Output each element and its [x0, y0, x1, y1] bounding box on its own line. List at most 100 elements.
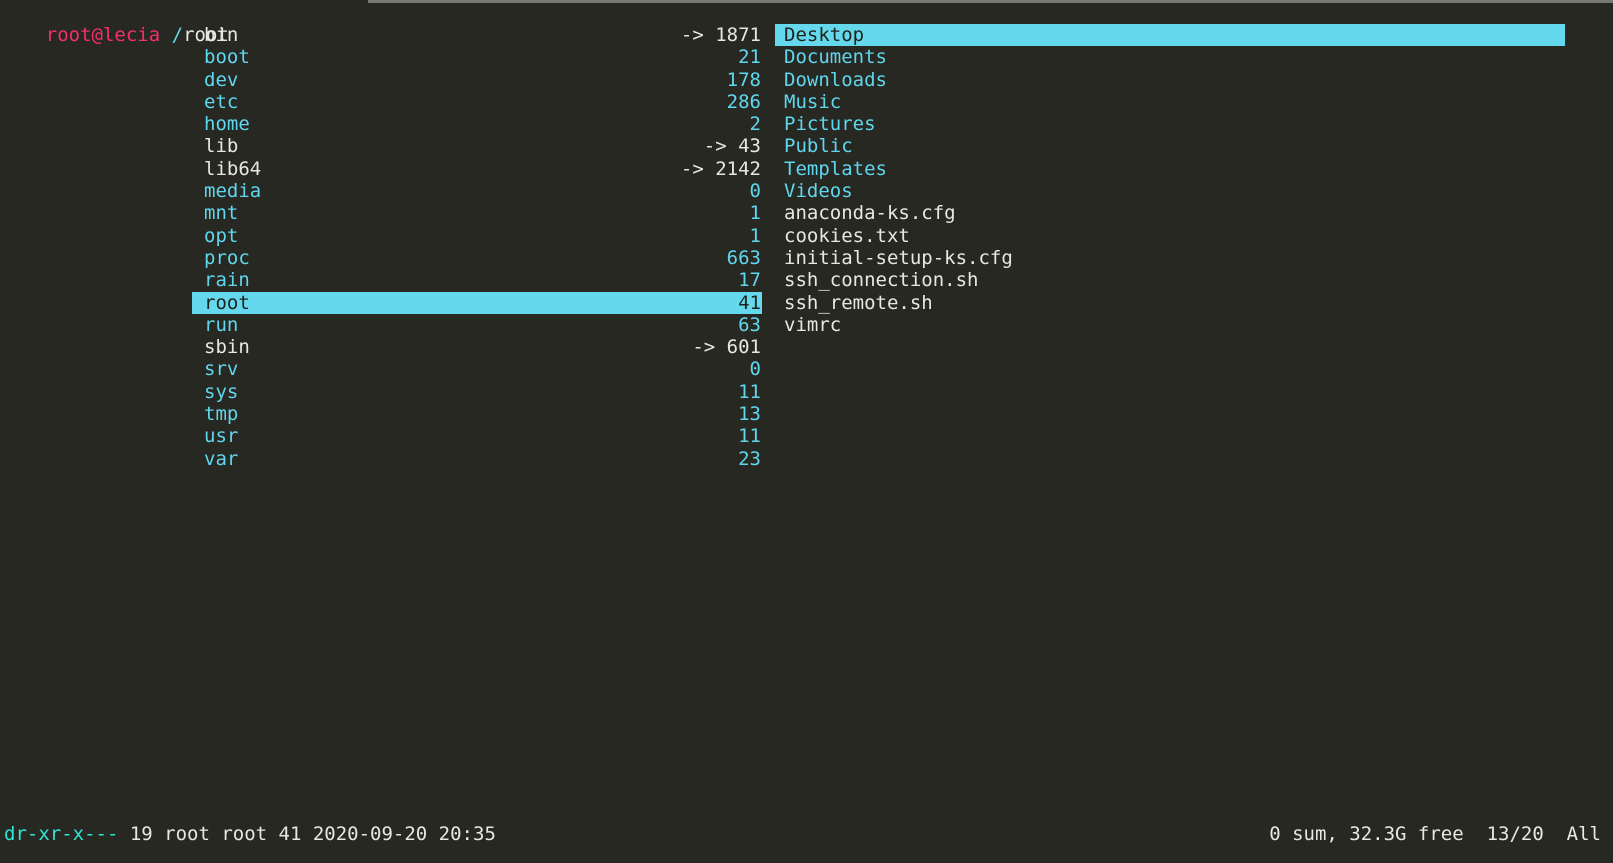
- left-file-name: home: [204, 113, 250, 136]
- left-file-name: srv: [204, 358, 239, 381]
- left-file-row-background: [192, 202, 762, 224]
- left-file-name: mnt: [204, 202, 239, 225]
- left-file-row[interactable]: dev 178: [0, 69, 770, 91]
- cursor-position-label: 13/20: [1486, 823, 1544, 845]
- left-file-name: lib64: [204, 157, 262, 180]
- right-file-row-background: [775, 91, 1565, 113]
- right-file-row[interactable]: Templates: [775, 158, 1613, 180]
- left-file-row[interactable]: sbin -> 601: [0, 336, 770, 358]
- left-file-row[interactable]: etc 286: [0, 91, 770, 113]
- status-left-group: dr-xr-x--- 19 root root 41 2020-09-20 20…: [4, 823, 496, 845]
- right-file-row-background: [775, 24, 1565, 47]
- left-file-size: 17: [738, 269, 761, 292]
- disk-usage-label: 0 sum, 32.3G free: [1269, 823, 1464, 845]
- left-file-row-background: [192, 69, 762, 91]
- left-file-row-background: [192, 269, 762, 291]
- right-file-row[interactable]: Videos: [775, 180, 1613, 202]
- right-file-name: ssh_remote.sh: [784, 291, 933, 314]
- left-file-size: 41: [738, 291, 761, 314]
- right-file-name: Downloads: [784, 68, 887, 91]
- left-file-size: 0: [749, 180, 761, 203]
- left-file-name: opt: [204, 224, 239, 247]
- right-file-row-background: [775, 69, 1565, 91]
- right-file-row-background: [775, 314, 1565, 336]
- left-file-size: 2: [749, 113, 761, 136]
- left-file-name: lib: [204, 135, 239, 158]
- right-file-name: anaconda-ks.cfg: [784, 202, 956, 225]
- right-file-row[interactable]: Music: [775, 91, 1613, 113]
- left-file-pane[interactable]: bin -> 1871 boot 21 dev 178 etc 286 home 2 lib -> 4…: [0, 24, 770, 470]
- left-file-row-background: [192, 381, 762, 403]
- right-file-name: Public: [784, 135, 853, 158]
- left-file-size: 1: [749, 224, 761, 247]
- left-file-size: -> 43: [703, 135, 761, 158]
- right-file-name: Videos: [784, 180, 853, 203]
- left-file-row[interactable]: sys 11: [0, 381, 770, 403]
- left-file-size: -> 601: [692, 336, 761, 359]
- left-file-row-background: [192, 46, 762, 68]
- right-file-name: Desktop: [784, 24, 865, 46]
- left-file-row-background: [192, 24, 762, 46]
- left-file-row[interactable]: bin -> 1871: [0, 24, 770, 46]
- left-file-size: 0: [749, 358, 761, 381]
- left-file-name: run: [204, 313, 239, 336]
- right-file-row[interactable]: Downloads: [775, 69, 1613, 91]
- right-file-row[interactable]: Pictures: [775, 113, 1613, 135]
- left-file-name: usr: [204, 425, 239, 448]
- left-file-name: etc: [204, 90, 239, 113]
- right-file-row[interactable]: initial-setup-ks.cfg: [775, 247, 1613, 269]
- right-file-name: cookies.txt: [784, 224, 910, 247]
- left-file-name: bin: [204, 24, 239, 46]
- left-file-row[interactable]: rain 17: [0, 269, 770, 291]
- left-file-size: 663: [726, 246, 761, 269]
- right-file-name: Documents: [784, 46, 887, 69]
- status-gap-1: [1464, 823, 1487, 845]
- left-file-row[interactable]: tmp 13: [0, 403, 770, 425]
- right-file-row[interactable]: ssh_remote.sh: [775, 292, 1613, 314]
- left-file-row-background: [192, 403, 762, 425]
- status-bar: dr-xr-x--- 19 root root 41 2020-09-20 20…: [0, 823, 1613, 845]
- left-file-row[interactable]: lib -> 43: [0, 135, 770, 157]
- right-file-row-background: [775, 158, 1565, 180]
- left-file-row-background: [192, 158, 762, 180]
- left-file-row-background: [192, 113, 762, 135]
- left-file-row-background: [192, 336, 762, 358]
- left-file-size: 286: [726, 90, 761, 113]
- left-file-row[interactable]: usr 11: [0, 425, 770, 447]
- terminal-screen: root@lecia /root bin -> 1871 boot 21 dev 178 e…: [0, 0, 1613, 863]
- right-file-row[interactable]: Public: [775, 135, 1613, 157]
- left-file-row-background: [192, 135, 762, 157]
- left-file-row-background: [192, 180, 762, 202]
- status-right-group: 0 sum, 32.3G free 13/20 All: [1269, 823, 1601, 845]
- left-file-row-background: [192, 291, 762, 314]
- left-file-row[interactable]: lib64 -> 2142: [0, 158, 770, 180]
- left-file-row[interactable]: proc 663: [0, 247, 770, 269]
- right-file-row[interactable]: Desktop: [775, 24, 1613, 47]
- right-file-row[interactable]: cookies.txt: [775, 225, 1613, 247]
- left-file-row-background: [192, 425, 762, 447]
- right-file-pane[interactable]: Desktop Documents Downloads Music Pictures Pu…: [775, 24, 1613, 336]
- file-details: 19 root root 41 2020-09-20 20:35: [118, 823, 496, 845]
- left-file-size: 13: [738, 403, 761, 426]
- right-file-row[interactable]: Documents: [775, 46, 1613, 68]
- left-file-row[interactable]: boot 21: [0, 46, 770, 68]
- left-file-row[interactable]: srv 0: [0, 358, 770, 380]
- right-file-row[interactable]: vimrc: [775, 314, 1613, 336]
- left-file-row[interactable]: opt 1: [0, 225, 770, 247]
- left-file-row[interactable]: var 23: [0, 448, 770, 470]
- left-file-row[interactable]: media 0: [0, 180, 770, 202]
- left-file-row[interactable]: home 2: [0, 113, 770, 135]
- left-file-size: 1: [749, 202, 761, 225]
- right-file-row[interactable]: ssh_connection.sh: [775, 269, 1613, 291]
- left-file-row[interactable]: run 63: [0, 314, 770, 336]
- left-file-size: 11: [738, 380, 761, 403]
- left-file-row[interactable]: mnt 1: [0, 202, 770, 224]
- right-file-row[interactable]: anaconda-ks.cfg: [775, 202, 1613, 224]
- right-file-row-background: [775, 180, 1565, 202]
- left-file-row[interactable]: root 41: [0, 291, 770, 314]
- left-file-row-background: [192, 448, 762, 470]
- left-file-size: -> 1871: [680, 24, 761, 46]
- left-file-name: boot: [204, 46, 250, 69]
- left-file-name: sys: [204, 380, 239, 403]
- left-file-size: 21: [738, 46, 761, 69]
